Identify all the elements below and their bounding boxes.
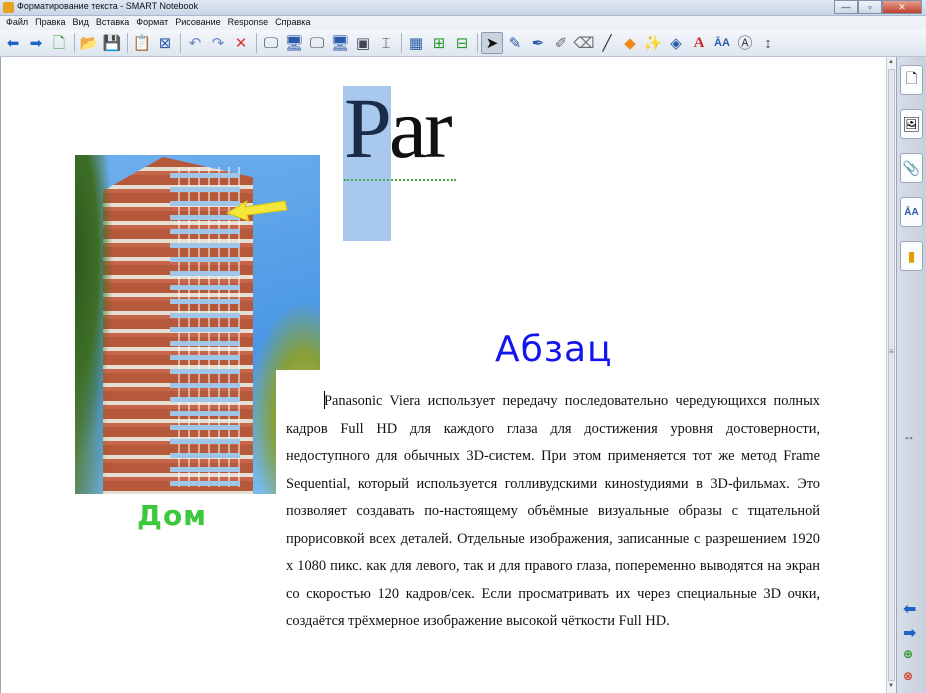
tree-left: [75, 155, 120, 494]
par-heading-first-letter: P: [344, 85, 392, 176]
toolbar-separator: [256, 33, 257, 53]
properties-icon[interactable]: ĀA: [900, 197, 923, 227]
spellcheck-underline: [344, 177, 456, 181]
vertical-scrollbar[interactable]: ▲ ≡ ▼: [886, 57, 896, 693]
menu-edit[interactable]: Правка: [33, 16, 70, 30]
toolbar-separator: [74, 33, 75, 53]
scrollbar-grip-icon: ≡: [889, 347, 894, 356]
window-controls: — ▫ ✕: [834, 0, 922, 15]
menu-file[interactable]: Файл: [4, 16, 33, 30]
pen-icon[interactable]: ✎: [504, 32, 526, 54]
minimize-icon[interactable]: —: [834, 0, 858, 14]
resize-handle-icon[interactable]: ↔: [903, 429, 915, 443]
menu-insert[interactable]: Вставка: [94, 16, 134, 30]
menu-response[interactable]: Response: [226, 16, 274, 30]
screen-shade-icon[interactable]: 🖵: [260, 32, 282, 54]
maximize-icon[interactable]: ▫: [858, 0, 882, 14]
gallery-icon[interactable]: 🖼: [900, 109, 923, 139]
highlighter-icon[interactable]: ✐: [550, 32, 572, 54]
insert-icon[interactable]: ⊞: [428, 32, 450, 54]
open-folder-icon[interactable]: 📂: [78, 32, 100, 54]
toolbar-separator: [180, 33, 181, 53]
toolbar-separator: [401, 33, 402, 53]
full-screen-icon[interactable]: 🖥: [283, 32, 305, 54]
scroll-down-icon[interactable]: ▼: [888, 683, 894, 689]
page-sorter-icon[interactable]: 🗋: [900, 65, 923, 95]
yellow-arrow-icon[interactable]: [225, 197, 289, 223]
creative-pen-icon[interactable]: ✒: [527, 32, 549, 54]
paragraph-title[interactable]: Абзац: [495, 329, 613, 370]
text-icon[interactable]: A: [688, 32, 710, 54]
shape-icon[interactable]: ◆: [619, 32, 641, 54]
previous-page-icon[interactable]: ⬅: [903, 599, 916, 619]
toolbar: ⬅ ➡ 🗋 📂 💾 📋 ⊠ ↶ ↷ ✕ 🖵 🖥 🖵 🖥 ▣ ⌶ ▦ ⊞ ⊟ ➤ …: [0, 30, 926, 57]
image-caption[interactable]: Дом: [137, 499, 207, 532]
paragraph-text-box[interactable]: Panasonic Viera использует передачу посл…: [276, 370, 826, 670]
delete-icon[interactable]: ✕: [230, 32, 252, 54]
spotlight-icon[interactable]: 🖥: [329, 32, 351, 54]
notebook-page-canvas[interactable]: Par Дом Абзац Panasonic Viera использует…: [0, 57, 886, 693]
par-heading-rest: ar: [388, 85, 453, 176]
attachments-icon[interactable]: 📎: [900, 153, 923, 183]
eraser-icon[interactable]: ⌫: [573, 32, 595, 54]
menu-view[interactable]: Вид: [71, 16, 94, 30]
properties-icon[interactable]: ĀA: [711, 32, 733, 54]
attach-icon[interactable]: ⊟: [451, 32, 473, 54]
magic-pen-icon[interactable]: ✨: [642, 32, 664, 54]
delete-page-icon[interactable]: ⊗: [903, 669, 913, 683]
addons-icon[interactable]: ▮: [900, 241, 923, 271]
measure-icon[interactable]: Ⓐ: [734, 32, 756, 54]
scrollbar-thumb[interactable]: [888, 69, 895, 681]
close-icon[interactable]: ✕: [882, 0, 922, 14]
line-icon[interactable]: ╱: [596, 32, 618, 54]
title-bar: Форматирование текста - SMART Notebook —…: [0, 0, 926, 16]
add-page-icon[interactable]: ⊕: [903, 647, 913, 661]
table-icon[interactable]: ▦: [405, 32, 427, 54]
redo-icon[interactable]: ↷: [207, 32, 229, 54]
par-heading-text[interactable]: Par: [344, 85, 456, 181]
scroll-up-icon[interactable]: ▲: [888, 59, 894, 65]
next-page-icon[interactable]: ➡: [903, 623, 916, 643]
select-icon[interactable]: ➤: [481, 32, 503, 54]
toolbar-separator: [127, 33, 128, 53]
save-icon[interactable]: 💾: [101, 32, 123, 54]
fill-icon[interactable]: ◈: [665, 32, 687, 54]
screen-capture-icon[interactable]: ▣: [352, 32, 374, 54]
document-camera-icon[interactable]: ⌶: [375, 32, 397, 54]
forward-arrow-icon[interactable]: ➡: [25, 32, 47, 54]
window-title: Форматирование текста - SMART Notebook: [17, 1, 198, 11]
add-page-icon[interactable]: 🗋: [48, 32, 70, 54]
menu-format[interactable]: Формат: [134, 16, 173, 30]
back-arrow-icon[interactable]: ⬅: [2, 32, 24, 54]
toolbar-separator: [477, 33, 478, 53]
dual-page-icon[interactable]: 🖵: [306, 32, 328, 54]
delete-page-icon[interactable]: ⊠: [154, 32, 176, 54]
menu-help[interactable]: Справка: [273, 16, 315, 30]
more-icon[interactable]: ↕: [757, 32, 779, 54]
menu-bar: Файл Правка Вид Вставка Формат Рисование…: [0, 16, 926, 30]
paragraph-text: Panasonic Viera использует передачу посл…: [286, 393, 820, 629]
menu-draw[interactable]: Рисование: [173, 16, 225, 30]
right-sidebar: 🗋 🖼 📎 ĀA ▮ ↔ ⬅ ➡ ⊕ ⊗: [896, 57, 926, 693]
undo-icon[interactable]: ↶: [184, 32, 206, 54]
smart-notebook-app-icon: [3, 2, 14, 13]
paste-icon[interactable]: 📋: [131, 32, 153, 54]
